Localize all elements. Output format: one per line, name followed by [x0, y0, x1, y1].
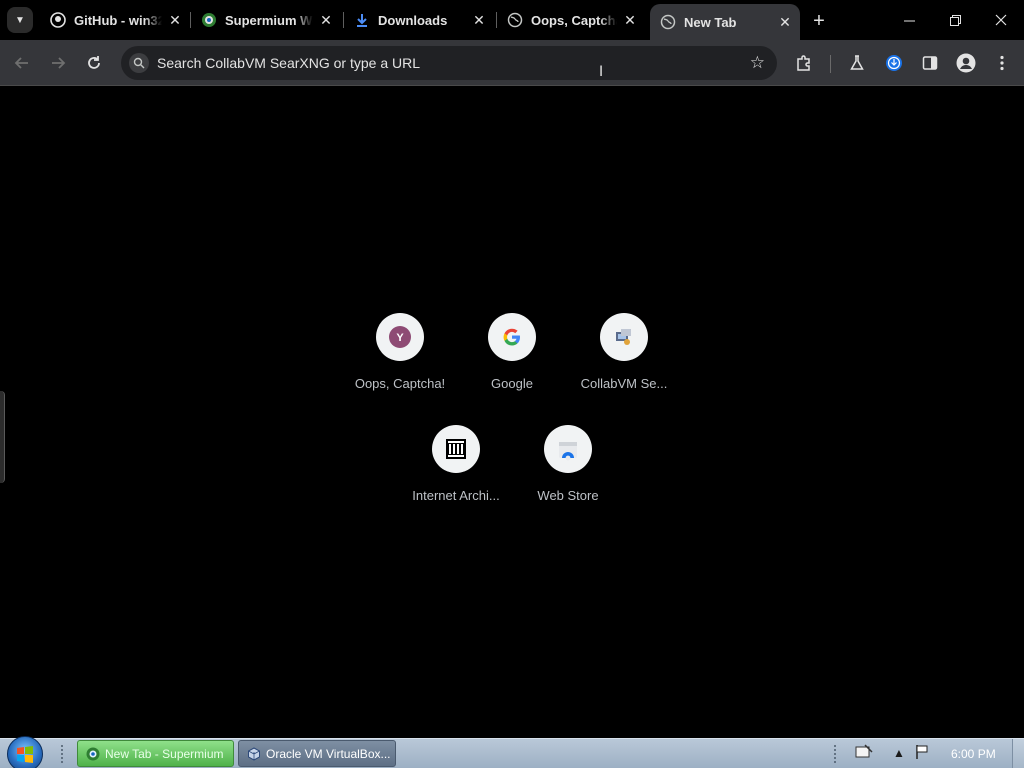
browser-toolbar: Search CollabVM SearXNG or type a URL ☆ [0, 40, 1024, 86]
tab-supermium[interactable]: Supermium We ✕ [191, 4, 341, 36]
close-icon[interactable]: ✕ [776, 13, 794, 31]
side-panel-edge[interactable] [0, 391, 5, 483]
download-circle-icon [886, 55, 902, 71]
shortcut-label: Internet Archi... [412, 488, 500, 503]
close-icon[interactable]: ✕ [470, 11, 488, 29]
back-button[interactable] [8, 49, 36, 77]
omnibox[interactable]: Search CollabVM SearXNG or type a URL ☆ [121, 46, 777, 80]
taskbar-label: Oracle VM VirtualBox... [266, 746, 391, 761]
webstore-icon [559, 442, 577, 461]
taskbar-clock[interactable]: 6:00 PM [951, 747, 996, 761]
shortcut-icon-circle [488, 313, 536, 361]
shortcut-tile[interactable]: Y Oops, Captcha! [344, 313, 456, 391]
shortcut-icon-circle [600, 313, 648, 361]
github-icon [50, 12, 66, 28]
taskbar-button-supermium[interactable]: New Tab - Supermium [77, 740, 234, 767]
virtualbox-icon [248, 746, 260, 761]
chevron-down-icon: ▼ [15, 14, 25, 26]
shortcut-icon-circle [544, 425, 592, 473]
search-engine-icon [129, 53, 149, 73]
start-button[interactable] [7, 736, 43, 768]
arrow-right-icon [52, 57, 66, 69]
menu-button[interactable] [988, 49, 1016, 77]
side-panel-icon [922, 56, 938, 70]
tray-action-center-icon[interactable] [855, 744, 873, 763]
shortcut-icon-circle: Y [376, 313, 424, 361]
shortcut-label: Google [491, 376, 533, 391]
reload-button[interactable] [80, 49, 108, 77]
searxng-icon [616, 329, 631, 345]
archive-building-icon [446, 439, 466, 459]
tab-search-button[interactable]: ▼ [7, 7, 33, 33]
svg-text:Y: Y [396, 332, 404, 344]
labs-button[interactable] [843, 49, 871, 77]
taskbar-grip[interactable] [833, 744, 837, 764]
supermium-icon [201, 12, 217, 28]
yandex-y-icon: Y [389, 326, 411, 348]
new-tab-page: Y Oops, Captcha! Google CollabVM Se... I… [0, 87, 1024, 738]
extensions-button[interactable] [790, 49, 818, 77]
tab-title: Supermium We [225, 12, 313, 28]
tab-title: Downloads [378, 12, 448, 28]
flag-icon[interactable] [914, 744, 930, 763]
bookmark-star-icon[interactable]: ☆ [750, 53, 765, 73]
windows-taskbar: New Tab - Supermium Oracle VM VirtualBox… [0, 736, 1024, 768]
arrow-left-icon [14, 57, 28, 69]
toolbar-divider [830, 55, 831, 73]
globe-icon [660, 14, 676, 30]
restore-icon [949, 14, 961, 26]
tab-downloads[interactable]: Downloads ✕ [344, 4, 494, 36]
plus-icon: + [813, 9, 825, 32]
kebab-menu-icon [1000, 55, 1004, 71]
close-icon[interactable]: ✕ [166, 11, 184, 29]
shortcut-tile[interactable]: CollabVM Se... [568, 313, 680, 391]
taskbar-grip[interactable] [60, 744, 64, 764]
shortcut-label: Web Store [537, 488, 599, 503]
restore-button[interactable] [932, 0, 978, 40]
tab-title: GitHub - win32 [74, 12, 162, 28]
minimize-icon [903, 20, 915, 21]
globe-icon [507, 12, 523, 28]
profile-button[interactable] [952, 49, 980, 77]
close-icon[interactable]: ✕ [621, 11, 639, 29]
tab-new-tab[interactable]: New Tab ✕ [650, 4, 800, 40]
puzzle-icon [797, 55, 810, 71]
tab-github[interactable]: GitHub - win32 ✕ [40, 4, 190, 36]
google-g-icon [503, 328, 520, 346]
shortcut-label: Oops, Captcha! [354, 376, 446, 391]
new-tab-button[interactable]: + [807, 9, 831, 33]
tab-title: Oops, Captcha! [531, 12, 617, 28]
tab-title: New Tab [684, 14, 737, 30]
show-hidden-icons-button[interactable]: ▲ [893, 746, 905, 760]
show-desktop-button[interactable] [1012, 739, 1024, 768]
omnibox-placeholder: Search CollabVM SearXNG or type a URL [157, 55, 420, 71]
shortcut-label: CollabVM Se... [580, 376, 668, 391]
shortcut-tile[interactable]: Google [456, 313, 568, 391]
download-icon [354, 12, 370, 28]
supermium-icon [86, 747, 100, 760]
close-icon[interactable]: ✕ [317, 11, 335, 29]
shortcut-tile[interactable]: Web Store [512, 425, 624, 503]
forward-button[interactable] [44, 49, 72, 77]
profile-avatar-icon [956, 53, 976, 73]
close-icon [995, 14, 1007, 26]
minimize-button[interactable] [886, 0, 932, 40]
shortcut-tile[interactable]: Internet Archi... [400, 425, 512, 503]
taskbar-button-virtualbox[interactable]: Oracle VM VirtualBox... [238, 740, 396, 767]
text-cursor-icon: I [599, 64, 604, 80]
windows-logo-icon [17, 746, 33, 763]
taskbar-label: New Tab - Supermium [105, 746, 224, 761]
desktop-screen: ▼ GitHub - win32 ✕ Supermium We ✕ Downlo… [0, 0, 1024, 768]
shortcut-icon-circle [432, 425, 480, 473]
close-window-button[interactable] [978, 0, 1024, 40]
reload-icon [88, 56, 100, 69]
tab-strip: ▼ GitHub - win32 ✕ Supermium We ✕ Downlo… [0, 0, 1024, 40]
side-panel-button[interactable] [916, 49, 944, 77]
extension-download-button[interactable] [880, 49, 908, 77]
tab-oops-captcha[interactable]: Oops, Captcha! ✕ [497, 4, 645, 36]
flask-icon [850, 55, 864, 70]
